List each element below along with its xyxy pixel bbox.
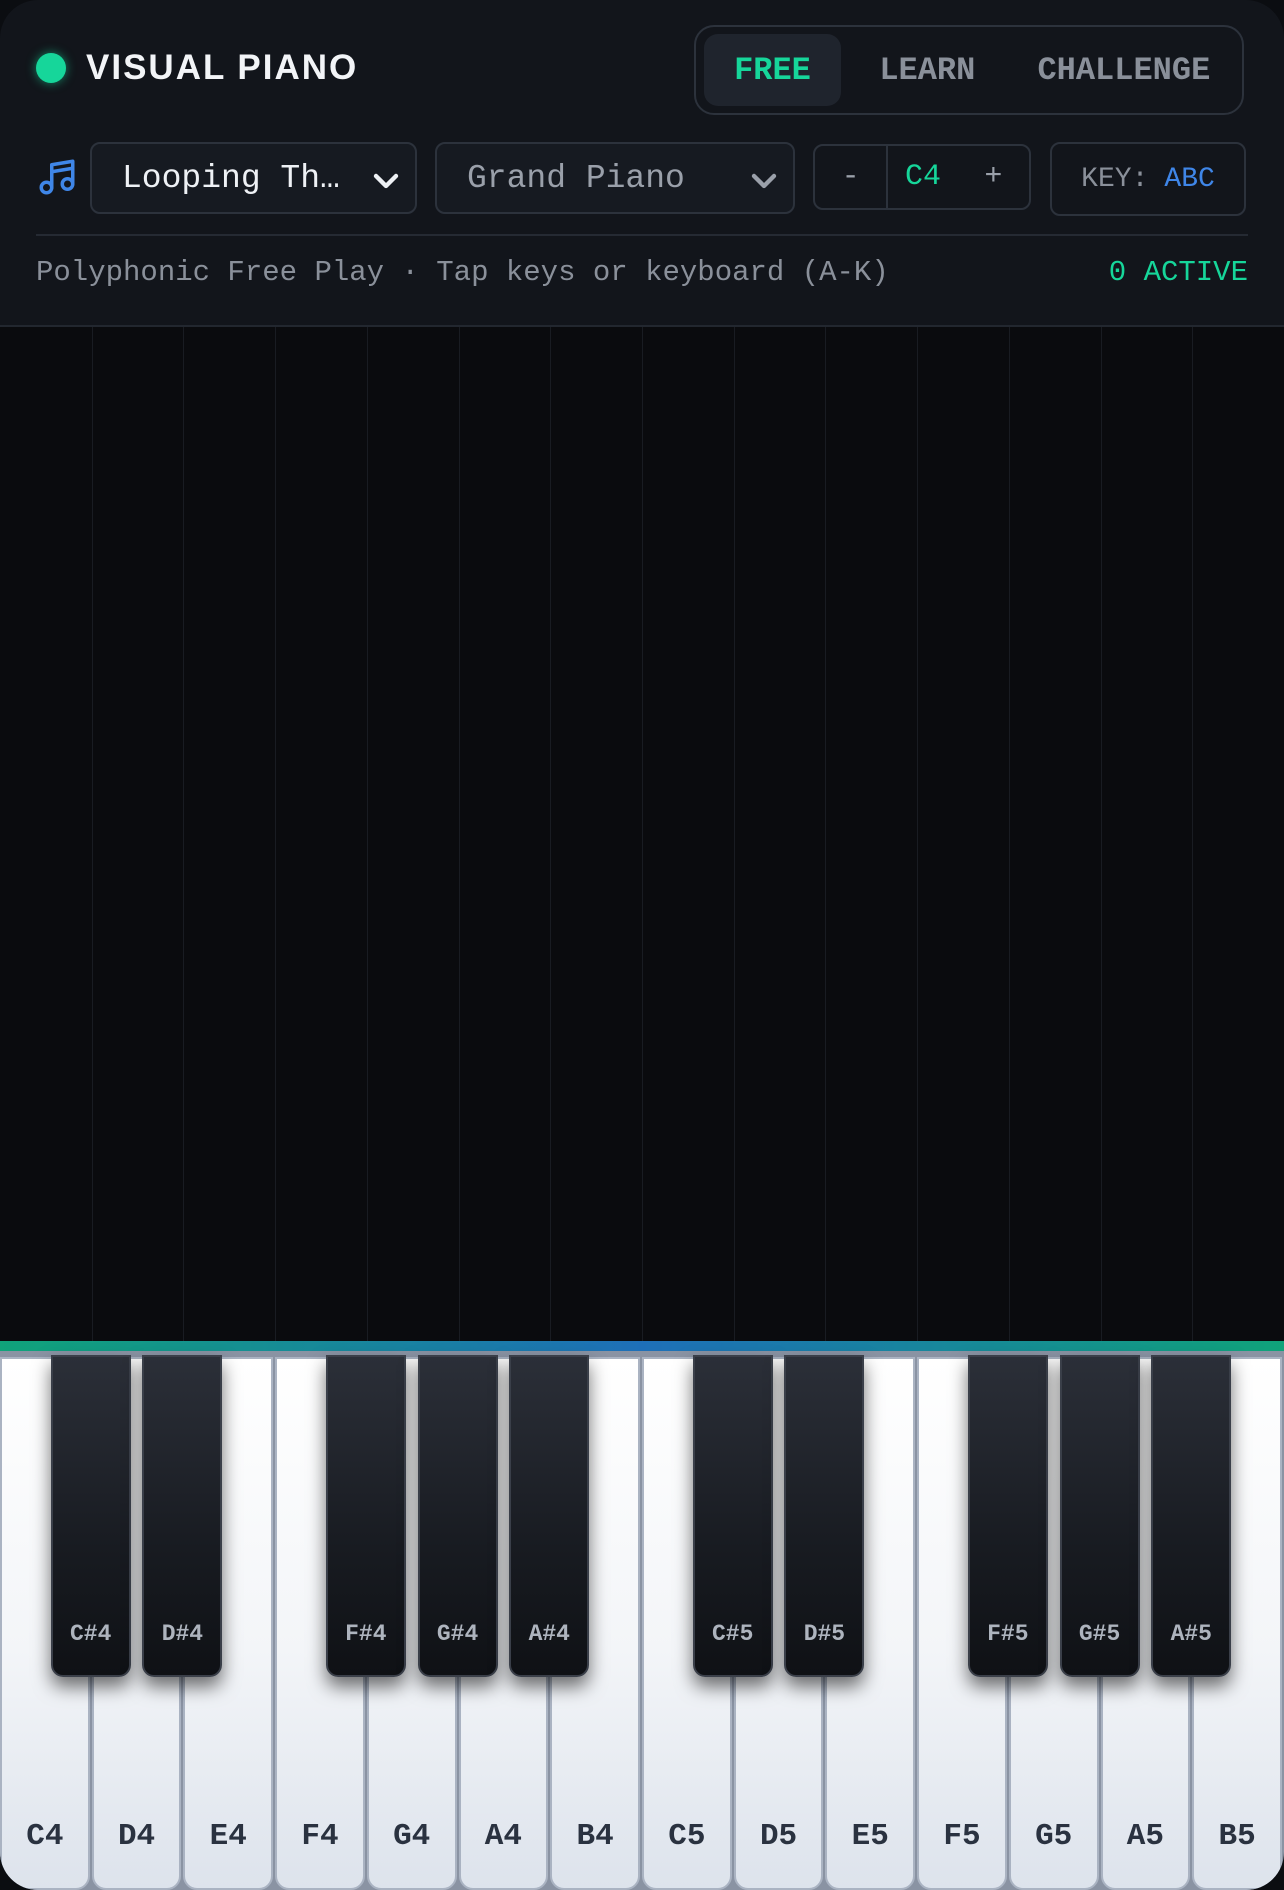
black-key-d-sharp-5[interactable]: D#5 [784,1355,865,1677]
hit-line [0,1341,1284,1351]
lane-divider [550,327,552,1341]
key-label-prefix: KEY: [1081,163,1149,195]
octave-down-button[interactable]: - [815,146,889,208]
black-key-label: G#5 [1078,1621,1121,1647]
white-key-label: E4 [209,1819,247,1854]
key-label-value: ABC [1164,163,1215,195]
black-key-f-sharp-4[interactable]: F#4 [325,1355,406,1677]
lane-divider [733,327,735,1341]
lane-divider [1100,327,1102,1341]
music-note-icon [39,159,75,195]
octave-stepper: - C4 + [813,144,1031,210]
lane-divider [91,327,93,1341]
lane-divider [458,327,460,1341]
white-key-label: D4 [117,1819,156,1854]
note-lanes [0,327,1284,1341]
black-key-label: F#4 [345,1621,387,1647]
white-key-label: A5 [1126,1819,1165,1854]
black-key-label: A#4 [528,1621,570,1647]
visual-piano-app: VISUAL PIANO FREE LEARN CHALLENGE Loopin… [0,0,1284,1890]
lane-divider [183,327,185,1341]
song-select-value: Looping Th… [122,159,340,197]
white-key-label: F4 [301,1819,339,1854]
white-key-label: G5 [1035,1819,1073,1854]
lane-divider [275,327,277,1341]
black-key-label: G#4 [436,1621,479,1647]
status-bar: Polyphonic Free Play · Tap keys or keybo… [36,252,1248,296]
instrument-select-value: Grand Piano [467,159,685,197]
octave-value: C4 [904,160,941,194]
instrument-select[interactable]: Grand Piano [435,142,795,214]
status-text: Polyphonic Free Play · Tap keys or keybo… [36,256,889,289]
black-key-d-sharp-4[interactable]: D#4 [142,1355,223,1677]
white-key-label: A4 [484,1819,523,1854]
white-key-label: E5 [851,1819,889,1854]
white-key-label: B4 [576,1819,614,1854]
lane-divider [642,327,643,1341]
tab-learn[interactable]: LEARN [849,34,1006,106]
app-title: VISUAL PIANO [86,48,359,87]
black-key-label: A#5 [1170,1621,1212,1647]
key-label-toggle[interactable]: KEY: ABC [1050,142,1246,216]
active-count: 0 ACTIVE [1108,256,1248,289]
white-key-label: F5 [943,1819,981,1854]
controls-bar: Looping Th… Grand Piano - C4 + KEY: ABC [0,140,1284,216]
black-key-a-sharp-5[interactable]: A#5 [1151,1355,1232,1677]
lane-divider [917,327,919,1341]
black-key-label: C#5 [711,1621,754,1647]
divider [36,234,1248,236]
chevron-down-icon [373,173,399,189]
lane-divider [1008,327,1010,1341]
white-key-label: B5 [1218,1819,1256,1854]
tab-free[interactable]: FREE [704,34,841,106]
black-key-g-sharp-4[interactable]: G#4 [417,1355,498,1677]
black-key-label: F#5 [987,1621,1029,1647]
black-key-c-sharp-5[interactable]: C#5 [692,1355,773,1677]
mode-tabs: FREE LEARN CHALLENGE [694,25,1244,115]
black-key-c-sharp-4[interactable]: C#4 [50,1355,131,1677]
tab-challenge[interactable]: CHALLENGE [1014,34,1234,106]
brand: VISUAL PIANO [36,44,358,92]
black-key-label: D#5 [803,1621,846,1647]
white-key-label: D5 [759,1819,798,1854]
black-key-label: C#4 [69,1621,112,1647]
white-key-label: G4 [393,1819,431,1854]
black-key-g-sharp-5[interactable]: G#5 [1059,1355,1140,1677]
header: VISUAL PIANO FREE LEARN CHALLENGE Loopin… [0,0,1284,327]
lane-divider [825,327,827,1341]
status-dot-icon [36,53,66,83]
black-key-label: D#4 [161,1621,204,1647]
chevron-down-icon [751,173,777,189]
piano-keyboard: C4 D4 E4 F4 G4 A4 B4 C5 D5 E5 F5 G5 A5 B5 C#4 D#4 F#4 G#4… [0,1351,1284,1890]
black-key-a-sharp-4[interactable]: A#4 [509,1355,590,1677]
octave-up-button[interactable]: + [958,146,1029,208]
song-select[interactable]: Looping Th… [90,142,417,214]
lane-divider [1192,327,1194,1341]
white-key-label: C5 [668,1819,706,1854]
black-key-f-sharp-5[interactable]: F#5 [967,1355,1048,1677]
white-key-label: C4 [26,1819,64,1854]
lane-divider [366,327,368,1341]
